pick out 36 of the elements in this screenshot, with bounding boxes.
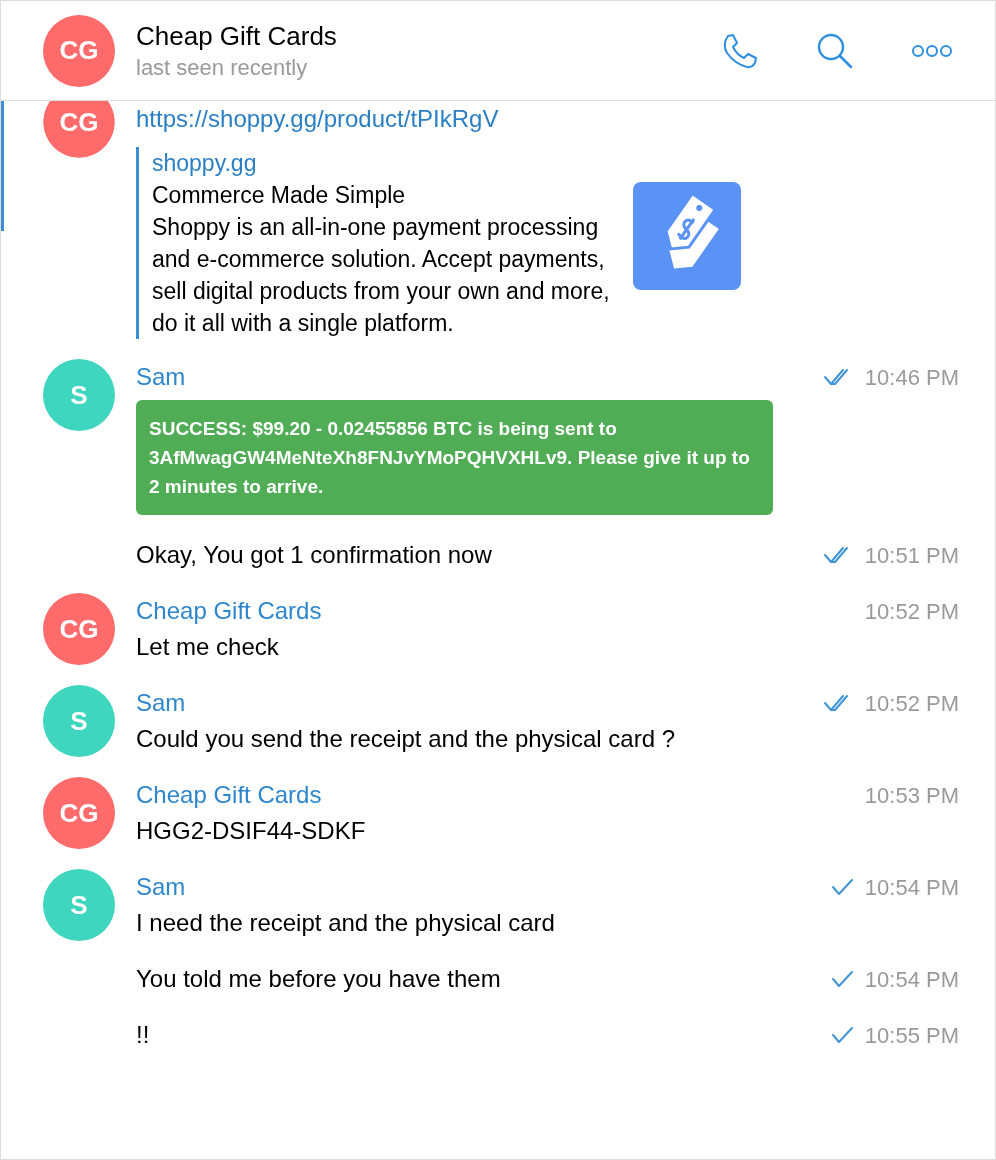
message-time: 10:54 PM: [864, 965, 959, 994]
avatar[interactable]: CG: [43, 14, 115, 87]
message-text: !!: [136, 1020, 151, 1050]
message-time: 10:52 PM: [864, 689, 959, 718]
sender-name[interactable]: Cheap Gift Cards: [136, 777, 789, 813]
sender-name[interactable]: Cheap Gift Cards: [136, 593, 789, 629]
message-text: HGG2-DSIF44-SDKF: [136, 816, 367, 846]
avatar[interactable]: CG: [43, 777, 115, 849]
message-link[interactable]: https://shoppy.gg/product/tPIkRgV: [136, 101, 499, 137]
sender-name[interactable]: Sam: [136, 685, 789, 721]
message-time: 10:52 PM: [864, 597, 959, 626]
last-seen-status: last seen recently: [136, 53, 309, 82]
avatar[interactable]: CG: [43, 101, 115, 158]
message-text: I need the receipt and the physical card: [136, 908, 556, 938]
chat-title: Cheap Gift Cards: [136, 19, 338, 53]
price-tag-icon: [633, 182, 741, 290]
message-time: 10:54 PM: [864, 873, 959, 902]
preview-title: Commerce Made Simple: [152, 181, 407, 210]
sender-name[interactable]: Sam: [136, 869, 789, 905]
avatar[interactable]: CG: [43, 593, 115, 665]
message-text: Could you send the receipt and the physical card ?: [136, 724, 676, 754]
more-icon: [911, 42, 953, 59]
message-time: 10:51 PM: [864, 541, 959, 570]
preview-description: Shoppy is an all-in-one payment processing and e-commerce solution. Accept payments, sell digital products from your own and more, do it all with a single platform.: [152, 213, 611, 338]
preview-site: shoppy.gg: [152, 149, 258, 178]
message-text: Okay, You got 1 confirmation now: [136, 540, 493, 570]
sender-name[interactable]: Sam: [136, 359, 789, 395]
link-preview[interactable]: shoppy.gg Commerce Made Simple Shoppy is an all-in-one payment processing and e-commerce solution. Accept payments, sell digital products from your own and more, do it all with a single platform.: [136, 147, 741, 339]
scroll-bar[interactable]: [1, 101, 4, 231]
message-text: You told me before you have them: [136, 964, 502, 994]
payment-success-banner: SUCCESS: $99.20 - 0.02455856 BTC is being sent to 3AfMwagGW4MeNteXh8FNJvYMoPQHVXHLv9. Please give it up to 2 minutes to arrive.: [136, 400, 773, 515]
message-time: 10:55 PM: [864, 1021, 959, 1050]
message-time: 10:46 PM: [864, 363, 959, 392]
message-text: Let me check: [136, 632, 280, 662]
more-button[interactable]: [911, 42, 953, 59]
message-time: 10:53 PM: [864, 781, 959, 810]
